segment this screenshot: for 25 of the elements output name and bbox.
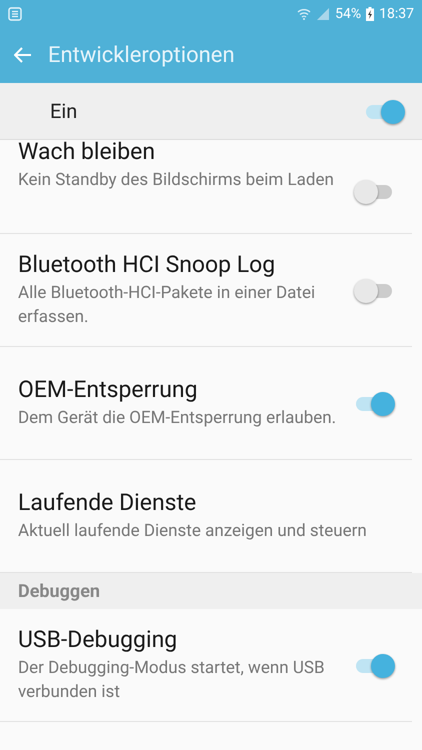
- setting-summary: Aktuell laufende Dienste anzeigen und steuern: [18, 520, 368, 543]
- setting-summary: Dem Gerät die OEM-Entsperrung erlauben.: [18, 406, 338, 430]
- toggle-switch[interactable]: [364, 98, 404, 124]
- section-header: Debuggen: [18, 580, 100, 602]
- signal-icon: [316, 7, 330, 20]
- setting-title[interactable]: Wach bleiben: [18, 138, 340, 165]
- notification-icon: [8, 6, 22, 20]
- toggle-switch[interactable]: [354, 390, 394, 416]
- battery-charging-icon: [366, 6, 374, 20]
- setting-title[interactable]: Laufende Dienste: [18, 488, 380, 516]
- toggle-switch[interactable]: [354, 652, 394, 678]
- master-switch-label: Ein: [50, 99, 78, 123]
- setting-title[interactable]: Bluetooth HCI Snoop Log: [18, 250, 340, 278]
- battery-percent: 54%: [335, 6, 362, 22]
- setting-title[interactable]: OEM-Entsperrung: [18, 376, 340, 403]
- toggle-switch[interactable]: [354, 277, 394, 303]
- setting-summary: Der Debugging-Modus startet, wenn USB verbunden ist: [18, 656, 326, 704]
- setting-summary: Kein Standby des Bildschirms beim Laden: [18, 169, 335, 192]
- back-arrow-icon[interactable]: [14, 47, 32, 63]
- setting-title[interactable]: USB-Debugging: [18, 626, 340, 653]
- clock-time: 18:37: [379, 6, 414, 22]
- screen-title: Entwickleroptionen: [48, 42, 235, 68]
- wifi-icon: [297, 8, 312, 20]
- setting-summary: Alle Bluetooth-HCI-Pakete in einer Datei erfassen.: [18, 282, 316, 328]
- toggle-switch[interactable]: [354, 178, 394, 204]
